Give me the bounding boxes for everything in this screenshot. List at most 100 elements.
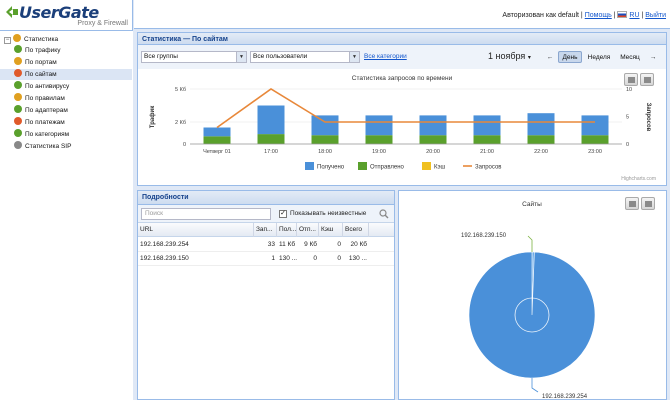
- x-tick-label: 22:00: [534, 149, 548, 155]
- prev-period-button[interactable]: ←: [543, 51, 557, 63]
- bar-sent: [473, 135, 501, 144]
- pie-label: 192.168.239.254: [542, 394, 588, 399]
- auth-text: Авторизован как default |: [502, 12, 583, 19]
- legend-label: Запросов: [475, 165, 501, 171]
- search-input[interactable]: Поиск: [141, 208, 271, 220]
- report-icon: [14, 81, 22, 89]
- tree-item-1[interactable]: По портам: [14, 57, 57, 68]
- table-cell: 130 ...: [279, 255, 297, 262]
- table-row[interactable]: 192.168.239.150 1 130 ... 0 0 130 ...: [138, 252, 394, 266]
- print-icon[interactable]: [624, 73, 638, 86]
- bar-sent: [419, 135, 447, 144]
- report-icon: [14, 129, 22, 137]
- column-header-1[interactable]: Зап...: [254, 223, 277, 237]
- table-cell: 0: [337, 255, 341, 262]
- groups-select[interactable]: Все группы ▼: [141, 51, 247, 63]
- column-header-2[interactable]: Пол...: [277, 223, 297, 237]
- table-cell: 0: [337, 241, 341, 248]
- date-dropdown-icon: ▾: [527, 55, 531, 61]
- logo-subtitle: Proxy & Firewall: [77, 20, 128, 27]
- print-icon[interactable]: [625, 197, 639, 210]
- column-header-4[interactable]: Кэш: [319, 223, 343, 237]
- legend-swatch: [422, 162, 431, 170]
- export-icon[interactable]: [641, 197, 655, 210]
- x-tick-label: 18:00: [318, 149, 332, 155]
- table-cell: 33: [267, 241, 275, 248]
- language-link[interactable]: RU: [629, 12, 639, 19]
- chart-credit: Highcharts.com: [621, 176, 656, 182]
- left-panel: UserGate Proxy & Firewall − Статистика По…: [0, 0, 133, 400]
- column-header-5[interactable]: Всего: [343, 223, 369, 237]
- details-title: Подробности: [138, 191, 394, 205]
- details-panel: Подробности Поиск ✓ Показывать неизвестн…: [137, 190, 395, 400]
- y2-tick-label: 0: [626, 142, 629, 148]
- pie-label-connector: [531, 378, 539, 393]
- usergate-logo-icon: [6, 6, 18, 18]
- russian-flag-icon: [617, 11, 628, 18]
- pie-label-connector: [527, 235, 533, 252]
- navigation-tree: − Статистика По трафику По портам По сайтам…: [0, 30, 133, 400]
- report-icon: [14, 69, 22, 77]
- tree-item-7[interactable]: По категориям: [14, 129, 69, 140]
- bar-received: [257, 105, 285, 135]
- y-tick-label: 2 Кб: [175, 120, 186, 126]
- date-value: 1 ноября: [488, 51, 526, 61]
- legend-label: Кэш: [434, 165, 446, 171]
- bar-received: [473, 115, 501, 136]
- pie-title: Сайты: [522, 200, 542, 208]
- x-tick-label: 20:00: [426, 149, 440, 155]
- x-tick-label: 17:00: [264, 149, 278, 155]
- categories-link[interactable]: Все категории: [364, 53, 407, 60]
- y-axis-label: Трафик: [149, 106, 156, 128]
- tree-item-4[interactable]: По правилам: [14, 93, 65, 104]
- table-cell: 192.168.239.150: [140, 255, 189, 262]
- legend-swatch: [305, 162, 314, 170]
- table-cell: 9 Кб: [304, 241, 317, 248]
- help-link[interactable]: Помощь: [585, 12, 612, 19]
- tree-item-0[interactable]: По трафику: [14, 45, 60, 56]
- x-tick-label: 19:00: [372, 149, 386, 155]
- logout-link[interactable]: Выйти: [645, 12, 666, 19]
- day-button[interactable]: День: [558, 51, 582, 63]
- y-tick-label: 5 Кб: [175, 87, 186, 93]
- tree-root-statistics[interactable]: − Статистика: [4, 34, 58, 45]
- table-cell: 1: [271, 255, 275, 262]
- tree-item-3[interactable]: По антивирусу: [14, 81, 69, 92]
- users-select[interactable]: Все пользователи ▼: [250, 51, 360, 63]
- x-tick-label: 21:00: [480, 149, 494, 155]
- date-picker[interactable]: 1 ноября ▾: [488, 51, 531, 61]
- bar-received: [365, 115, 393, 136]
- report-icon: [14, 105, 22, 113]
- collapse-icon[interactable]: −: [4, 37, 11, 44]
- logo: UserGate Proxy & Firewall: [4, 3, 130, 29]
- table-cell: 11 Кб: [279, 241, 296, 248]
- y2-tick-label: 5: [626, 115, 629, 121]
- legend-label: Отправлено: [370, 165, 405, 171]
- bar-sent: [257, 134, 285, 144]
- report-icon: [14, 45, 22, 53]
- sites-pie-chart: Сайты 192.168.239.150 192.168.239.254: [461, 200, 596, 400]
- table-cell: 192.168.239.254: [140, 241, 189, 248]
- main-panel-title: Статистика — По сайтам: [137, 32, 667, 45]
- bar-received: [311, 115, 339, 136]
- column-header-3[interactable]: Отп...: [297, 223, 319, 237]
- show-unknown-checkbox[interactable]: ✓: [279, 210, 287, 218]
- export-icon[interactable]: [640, 73, 654, 86]
- tree-item-sip[interactable]: Статистика SIP: [14, 141, 71, 152]
- tree-item-6[interactable]: По платежам: [14, 117, 65, 128]
- tree-item-2[interactable]: По сайтам: [0, 69, 132, 80]
- search-icon[interactable]: [379, 209, 389, 219]
- y-tick-label: 0: [183, 142, 186, 148]
- week-button[interactable]: Неделя: [584, 51, 614, 63]
- column-header-0[interactable]: URL: [138, 223, 254, 237]
- bar-received: [527, 113, 555, 136]
- grid-header: URL Зап... Пол... Отп... Кэш Всего: [138, 223, 394, 237]
- month-button[interactable]: Месяц: [616, 51, 644, 63]
- tree-item-5[interactable]: По адаптерам: [14, 105, 68, 116]
- next-period-button[interactable]: →: [646, 51, 660, 63]
- auth-info: Авторизован как default | Помощь | RU | …: [502, 11, 666, 19]
- top-header: Авторизован как default | Помощь | RU | …: [134, 0, 670, 29]
- table-row[interactable]: 192.168.239.254 33 11 Кб 9 Кб 0 20 Кб: [138, 238, 394, 252]
- bar-received: [203, 127, 231, 137]
- pie-slice: [468, 251, 596, 379]
